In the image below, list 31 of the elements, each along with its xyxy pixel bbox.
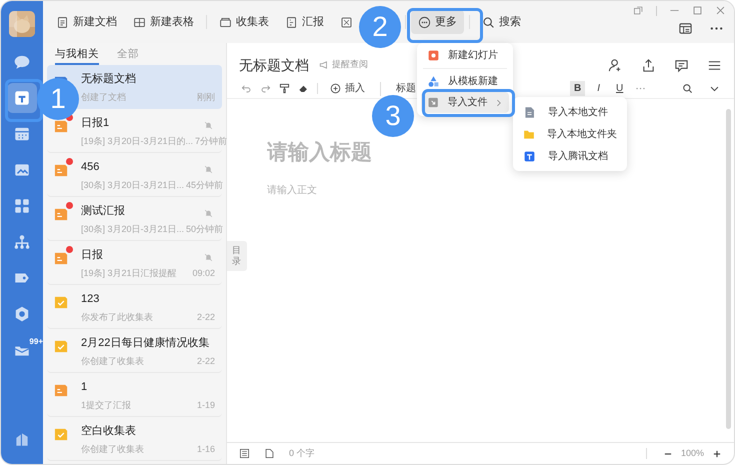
step-callout-tooltip: 3 — [372, 95, 414, 137]
item-time: 2-22 — [196, 310, 215, 324]
item-title: 测试汇报 — [81, 204, 125, 219]
item-time: 50分钟前 — [186, 222, 224, 236]
item-subtitle: 你创建了收集表 — [81, 354, 144, 368]
item-subtitle: [19条] 3月21日汇报提醒 — [81, 266, 177, 280]
item-time: 09:02 — [192, 266, 215, 280]
item-time: 7分钟前 — [195, 134, 228, 148]
document-title: 无标题文档 — [239, 56, 309, 74]
item-subtitle: 你创建了收集表 — [81, 442, 144, 456]
item-title: 空白收集表 — [81, 424, 136, 439]
zoom-level: 100% — [680, 446, 704, 460]
item-title: 日报1 — [81, 116, 110, 131]
item-subtitle: 你发布了此收集表 — [81, 310, 153, 324]
item-title: 2月22日每日健康情况收集 — [81, 336, 210, 351]
item-time: 1-16 — [196, 442, 215, 456]
item-time: 刚刚 — [197, 90, 215, 104]
item-title: 123 — [81, 292, 100, 307]
item-title: 日报 — [81, 248, 103, 263]
item-subtitle: [30条] 3月20日-3月21日... — [81, 178, 184, 192]
item-title: 1 — [81, 380, 88, 395]
item-time: 45分钟前 — [186, 178, 224, 192]
item-title: 456 — [81, 160, 100, 175]
item-time: 1-19 — [196, 398, 215, 412]
item-time: 2-22 — [196, 354, 215, 368]
unread-count-label: 99+ — [29, 336, 43, 348]
item-title: 无标题文档 — [81, 72, 136, 87]
item-subtitle: [30条] 3月20日-3月21日... — [81, 222, 184, 236]
item-subtitle: 创建了文档 — [81, 90, 126, 104]
item-subtitle: 1提交了汇报 — [81, 398, 132, 412]
item-subtitle: [19条] 3月20日-3月21日的... — [81, 134, 194, 148]
